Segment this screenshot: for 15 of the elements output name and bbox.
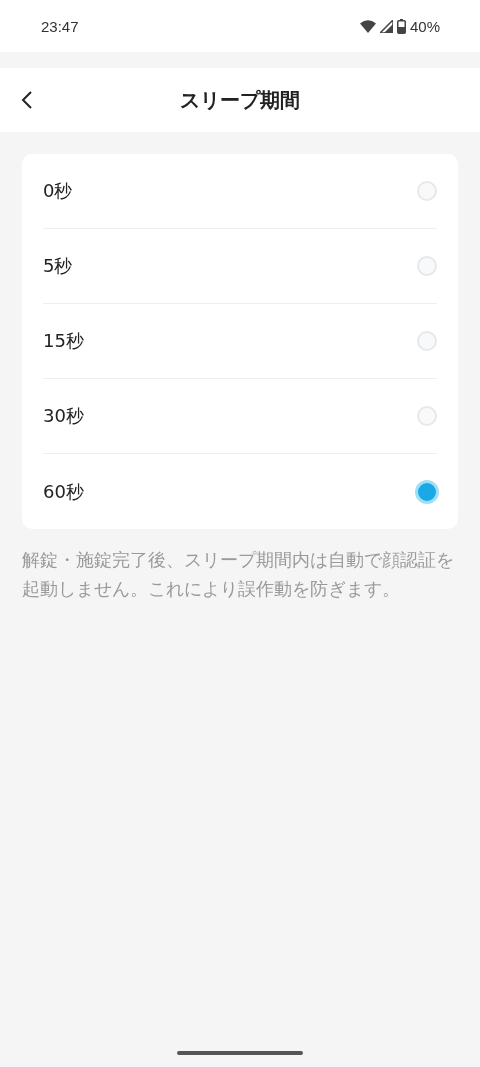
page-title: スリープ期間 xyxy=(180,86,300,114)
home-indicator[interactable] xyxy=(177,1051,303,1055)
battery-icon xyxy=(396,18,406,34)
option-label[interactable]: 60秒 xyxy=(43,479,84,504)
battery-percent: 40% xyxy=(409,17,440,35)
back-icon[interactable] xyxy=(20,90,34,110)
option-label[interactable]: 0秒 xyxy=(43,179,73,203)
option-label[interactable]: 30秒 xyxy=(43,404,84,428)
wifi-icon xyxy=(359,19,376,33)
description-text: 解錠・施錠完了後、スリープ期間内は自動で顔認証を起動しません。これにより誤作動を防ぎます。 xyxy=(22,548,455,601)
status-time: 23:47 xyxy=(41,17,79,35)
radio-button[interactable] xyxy=(415,479,439,504)
signal-icon xyxy=(379,19,393,33)
option-label[interactable]: 15秒 xyxy=(43,329,84,353)
option-label[interactable]: 5秒 xyxy=(43,254,73,278)
